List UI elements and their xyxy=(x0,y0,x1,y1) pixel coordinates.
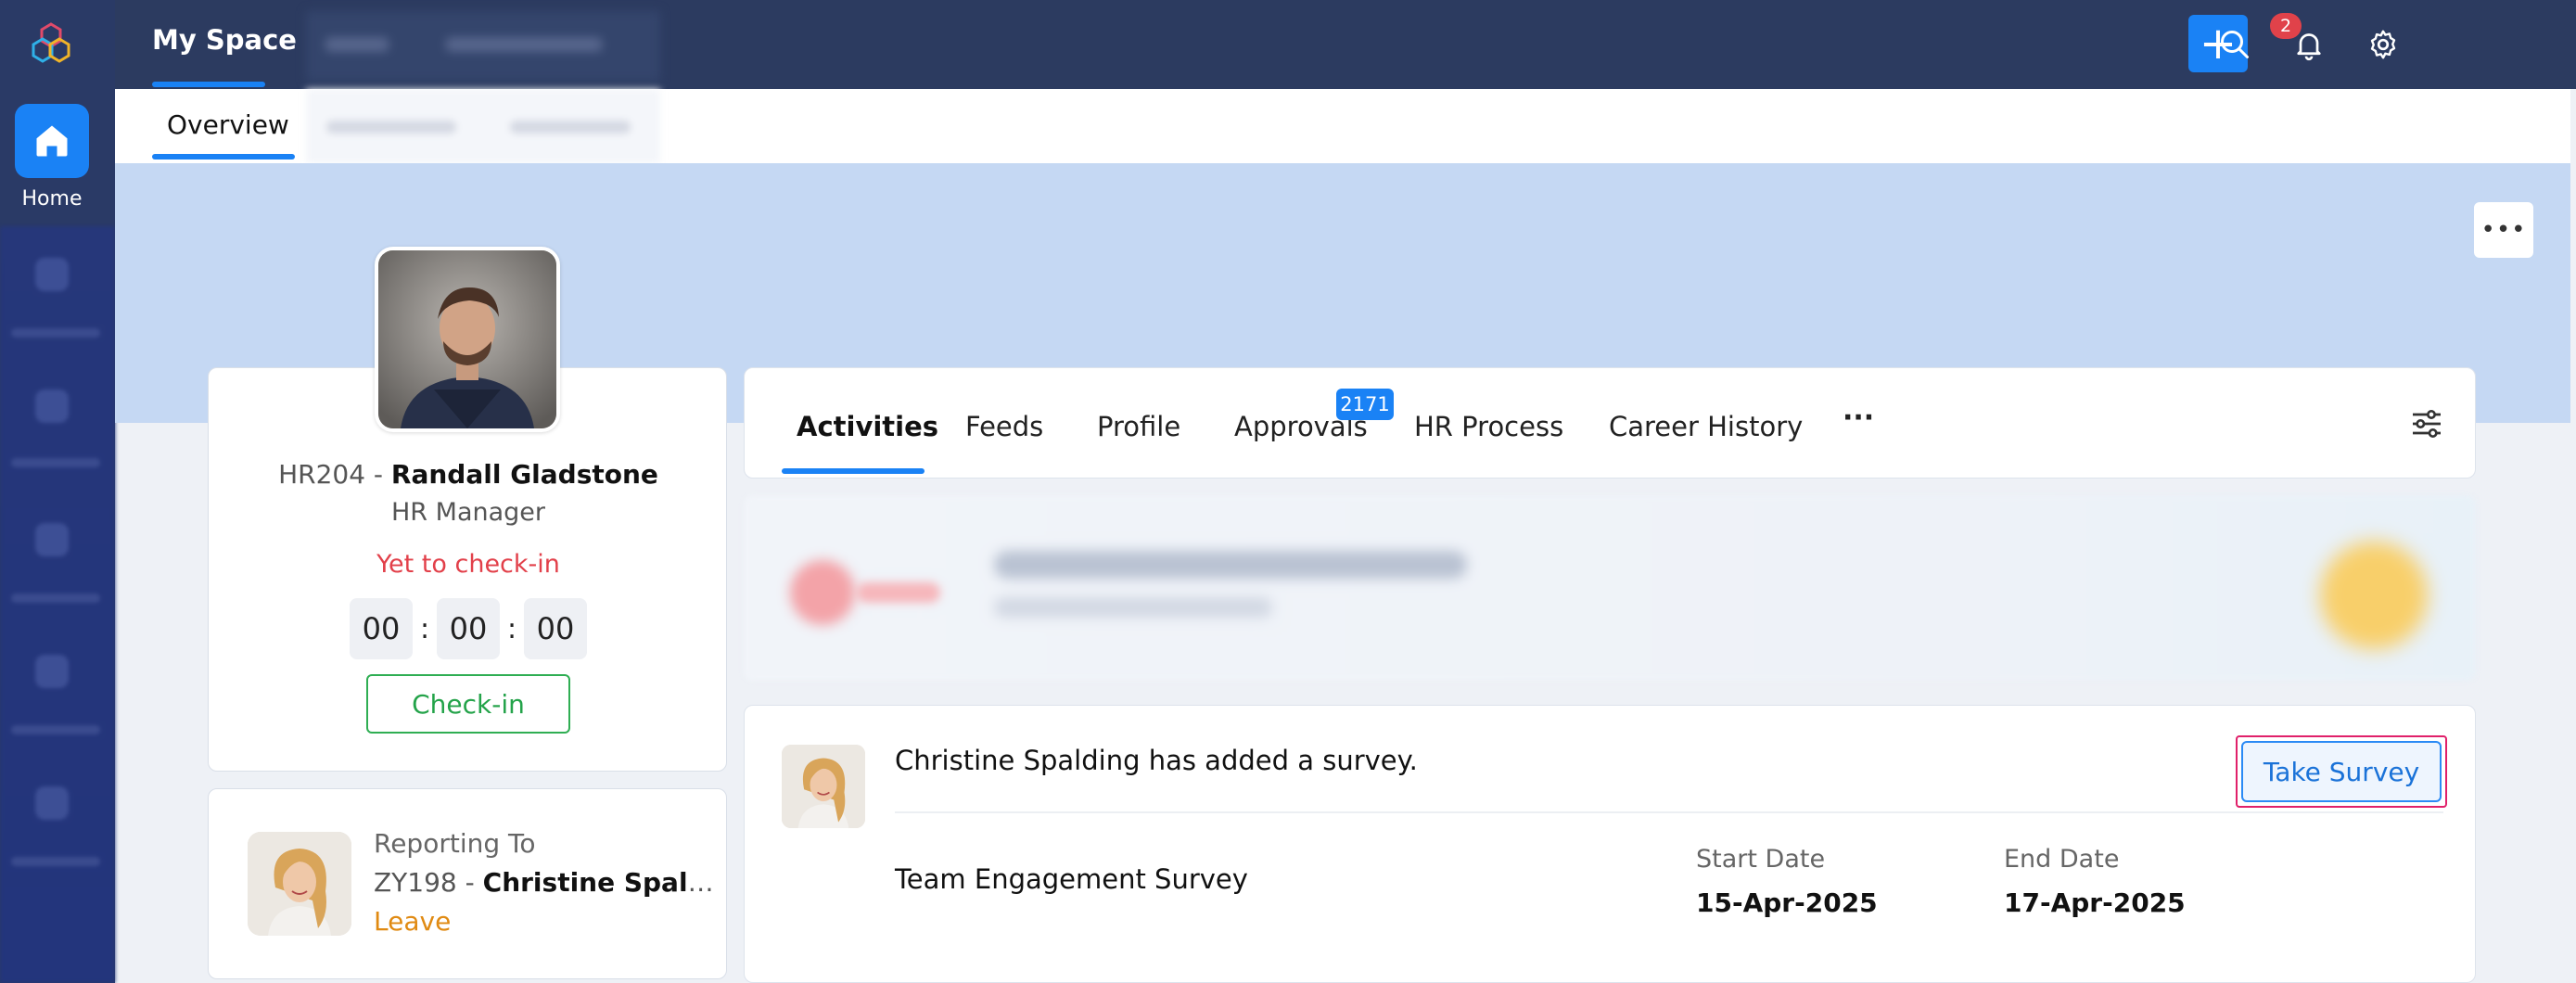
checkin-status: Yet to check-in xyxy=(376,550,560,579)
tab-my-space[interactable]: My Space xyxy=(152,24,297,56)
timer-minutes: 00 xyxy=(437,598,500,659)
sub-tab-bar: Overview xyxy=(115,89,2570,163)
manager-photo[interactable] xyxy=(248,832,351,936)
timer-hours: 00 xyxy=(350,598,413,659)
timer-separator: : xyxy=(419,612,430,645)
settings-button[interactable] xyxy=(2361,22,2405,67)
sub-tabs-blurred xyxy=(306,89,660,163)
employee-name-line: HR204 - Randall Gladstone xyxy=(278,459,658,490)
reporting-to-label: Reporting To xyxy=(374,828,536,859)
tab-overview-underline xyxy=(152,154,295,160)
gear-icon xyxy=(2370,30,2396,59)
tab-hr-process[interactable]: HR Process xyxy=(1414,411,1563,442)
app-logo-icon[interactable] xyxy=(24,19,78,72)
manager-id: ZY198 xyxy=(374,867,457,898)
home-icon xyxy=(36,125,68,157)
end-date-label: End Date xyxy=(2004,845,2120,874)
end-date-value: 17-Apr-2025 xyxy=(2004,887,2186,918)
approvals-count-badge: 2171 xyxy=(1336,389,1394,420)
left-rail: Home xyxy=(0,0,115,983)
employee-id: HR204 xyxy=(278,459,366,490)
manager-name[interactable]: Christine Spaldi... xyxy=(483,867,717,898)
banner-more-button[interactable]: ••• xyxy=(2474,202,2533,258)
manager-status: Leave xyxy=(374,906,452,937)
tab-feeds[interactable]: Feeds xyxy=(965,411,1043,442)
profile-photo[interactable] xyxy=(375,247,560,432)
top-bar: My Space + xyxy=(115,0,2576,89)
survey-divider xyxy=(895,811,2443,813)
activity-tabs-card: Activities Feeds Profile Approvals 2171 … xyxy=(744,367,2476,479)
start-date-label: Start Date xyxy=(1696,845,1826,874)
blurred-announcement xyxy=(744,495,2476,681)
timer-seconds: 00 xyxy=(524,598,587,659)
checkin-timer: 00 : 00 : 00 xyxy=(350,598,587,659)
take-survey-button[interactable]: Take Survey xyxy=(2241,741,2442,802)
checkin-button[interactable]: Check-in xyxy=(366,674,570,734)
home-nav-label: Home xyxy=(21,187,83,211)
survey-message: Christine Spalding has added a survey. xyxy=(895,745,1418,776)
tab-my-space-underline xyxy=(152,82,265,87)
tab-activities-underline xyxy=(782,468,925,474)
timer-separator: : xyxy=(506,612,517,645)
survey-activity-card: Christine Spalding has added a survey. T… xyxy=(744,705,2476,983)
survey-author-photo[interactable] xyxy=(782,745,865,828)
start-date-value: 15-Apr-2025 xyxy=(1696,887,1878,918)
tabs-more-button[interactable]: ··· xyxy=(1843,402,1874,434)
manager-portrait-icon xyxy=(248,832,351,936)
tab-career-history[interactable]: Career History xyxy=(1609,411,1803,442)
employee-name[interactable]: Randall Gladstone xyxy=(391,459,658,490)
employee-role: HR Manager xyxy=(391,498,545,527)
notification-count-badge: 2 xyxy=(2270,13,2302,39)
tab-profile[interactable]: Profile xyxy=(1097,411,1180,442)
profile-photo-portrait-icon xyxy=(378,250,556,428)
top-tabs-blurred xyxy=(306,11,660,82)
tab-activities[interactable]: Activities xyxy=(797,411,938,442)
more-horizontal-icon: ••• xyxy=(2480,216,2527,244)
search-button[interactable] xyxy=(2213,22,2257,67)
tab-overview[interactable]: Overview xyxy=(167,109,289,140)
survey-author-portrait-icon xyxy=(782,745,865,828)
search-icon xyxy=(2221,31,2249,58)
rail-blurred-items xyxy=(0,226,115,983)
home-nav-button[interactable] xyxy=(15,104,89,178)
survey-name: Team Engagement Survey xyxy=(895,863,1248,895)
manager-name-line: ZY198 - Christine Spaldi... xyxy=(374,867,717,898)
reporting-to-card: Reporting To ZY198 - Christine Spaldi...… xyxy=(208,788,727,979)
filter-settings-icon[interactable] xyxy=(2408,405,2445,442)
